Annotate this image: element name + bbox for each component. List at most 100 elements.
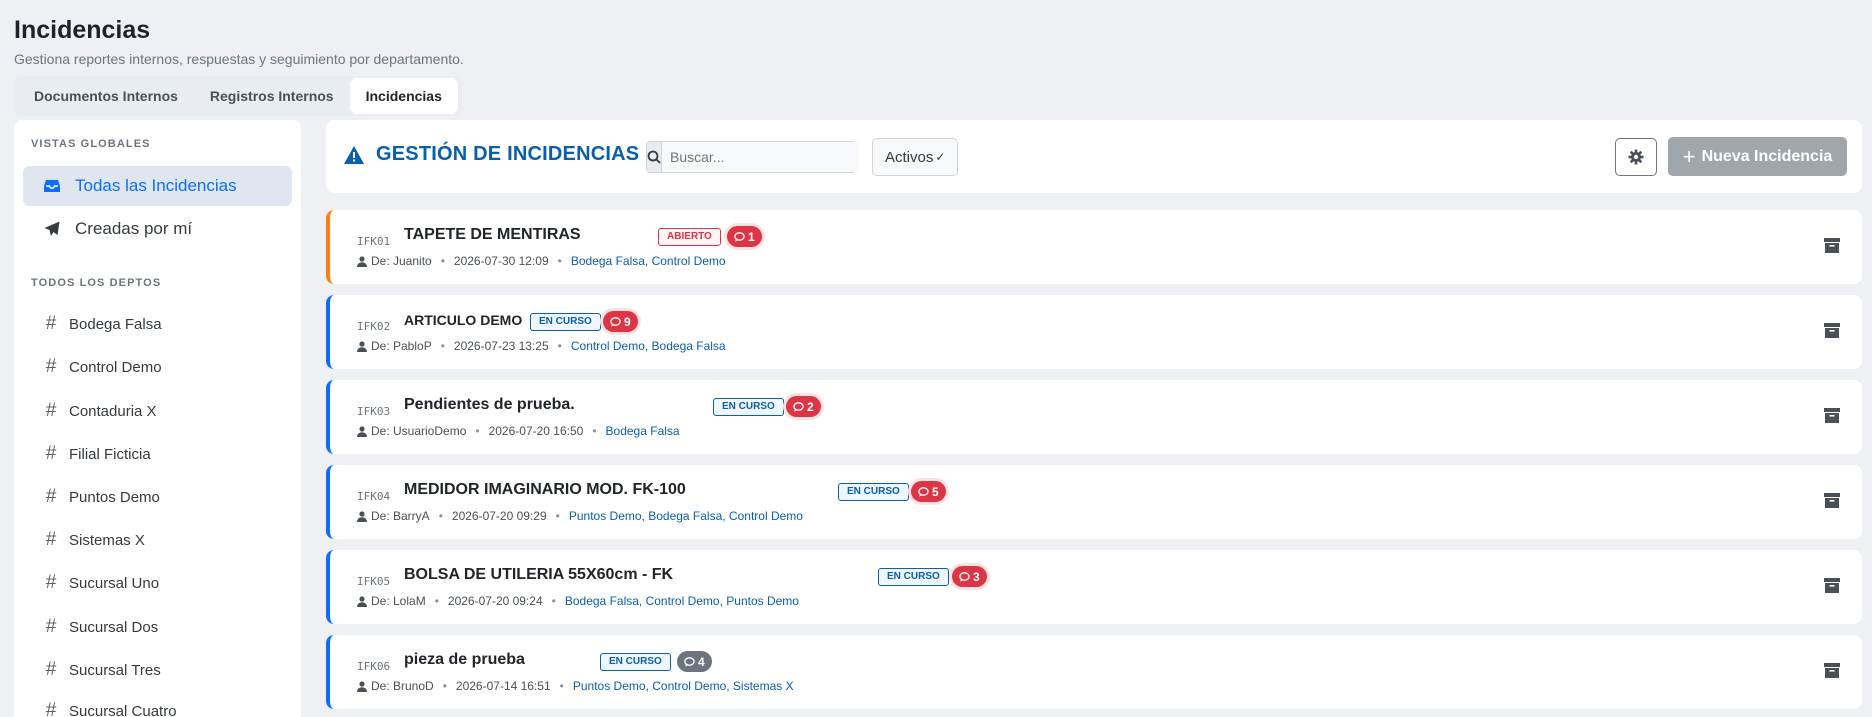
chat-icon: [610, 316, 621, 327]
sidebar-dept-item[interactable]: # Sucursal Cuatro: [23, 693, 292, 717]
incident-date: 2026-07-20 16:50: [488, 424, 584, 438]
gear-icon: [1628, 149, 1644, 165]
message-count-badge: 9: [603, 311, 638, 332]
status-badge: EN CURSO: [713, 398, 784, 416]
sidebar-item-all-incidents[interactable]: Todas las Incidencias: [23, 166, 292, 206]
settings-button[interactable]: [1615, 138, 1657, 176]
incident-title: BOLSA DE UTILERIA 55X60cm - FK: [404, 566, 674, 583]
dept-label: Sucursal Dos: [69, 618, 159, 636]
search-box: [646, 141, 859, 173]
tab-registros-internos[interactable]: Registros Internos: [194, 78, 350, 114]
incident-author: De: PabloP: [371, 339, 432, 353]
sidebar-dept-item[interactable]: # Filial Ficticia: [23, 436, 292, 472]
hash-icon: #: [45, 486, 57, 507]
message-count: 5: [932, 484, 939, 499]
dept-label: Contaduria X: [69, 402, 157, 420]
incident-card[interactable]: IFK05 BOLSA DE UTILERIA 55X60cm - FK EN …: [326, 550, 1862, 624]
dept-label: Sucursal Tres: [69, 661, 161, 679]
dept-label: Sucursal Cuatro: [69, 702, 177, 717]
incident-date: 2026-07-14 16:51: [455, 679, 551, 693]
archive-icon[interactable]: [1824, 323, 1840, 338]
incidents-header: GESTIÓN DE INCIDENCIAS Activos ✓ + Nueva…: [326, 120, 1862, 193]
incident-meta: De: PabloP • 2026-07-23 13:25 • Control De…: [357, 339, 726, 353]
incident-code: IFK06: [357, 660, 391, 673]
chevron-down-icon: ✓: [935, 150, 946, 164]
incident-card[interactable]: IFK01 TAPETE DE MENTIRAS ABIERTO 1 De: J…: [326, 210, 1862, 284]
dept-label: Control Demo: [69, 358, 162, 376]
status-badge: EN CURSO: [878, 568, 949, 586]
archive-icon[interactable]: [1824, 493, 1840, 508]
dept-label: Sistemas X: [69, 531, 145, 549]
new-incident-button[interactable]: + Nueva Incidencia: [1668, 137, 1847, 176]
hash-icon: #: [45, 659, 57, 680]
inbox-icon: [43, 179, 61, 193]
message-count: 3: [973, 569, 980, 584]
incident-departments: Bodega Falsa, Control Demo: [570, 254, 726, 268]
incident-code: IFK03: [357, 405, 391, 418]
incident-date: 2026-07-20 09:24: [447, 594, 543, 608]
search-input[interactable]: [662, 142, 859, 172]
incident-date: 2026-07-20 09:29: [451, 509, 547, 523]
archive-icon[interactable]: [1824, 238, 1840, 253]
incident-card[interactable]: IFK03 Pendientes de prueba. EN CURSO 2 D…: [326, 380, 1862, 454]
incident-card[interactable]: IFK04 MEDIDOR IMAGINARIO MOD. FK-100 EN …: [326, 465, 1862, 539]
sidebar-dept-item[interactable]: # Sistemas X: [23, 522, 292, 558]
message-count: 9: [624, 314, 631, 329]
sidebar-item-created-by-me[interactable]: Creadas por mí: [23, 209, 292, 249]
incident-meta: De: BarryA • 2026-07-20 09:29 • Puntos Dem…: [357, 509, 803, 523]
tab-documentos-internos[interactable]: Documentos Internos: [18, 78, 194, 114]
user-icon: [357, 340, 367, 352]
incident-card[interactable]: IFK02 ARTICULO DEMO EN CURSO 9 De: Pablo…: [326, 295, 1862, 369]
chat-icon: [793, 401, 804, 412]
sidebar-dept-item[interactable]: # Control Demo: [23, 349, 292, 385]
hash-icon: #: [45, 313, 57, 334]
status-filter-value: Activos: [885, 148, 934, 166]
section-title-text: GESTIÓN DE INCIDENCIAS: [376, 143, 640, 165]
sidebar-dept-item[interactable]: # Puntos Demo: [23, 479, 292, 515]
archive-icon[interactable]: [1824, 408, 1840, 423]
status-filter-select[interactable]: Activos ✓: [872, 138, 958, 176]
message-count-badge: 3: [952, 566, 987, 587]
message-count: 2: [807, 399, 814, 414]
sidebar: VISTAS GLOBALES Todas las Incidencias Cr…: [14, 120, 301, 717]
incident-date: 2026-07-23 13:25: [453, 339, 549, 353]
status-badge: EN CURSO: [600, 653, 671, 671]
incident-card[interactable]: IFK06 pieza de prueba EN CURSO 4 De: Bru…: [326, 635, 1862, 709]
warning-icon: [344, 145, 364, 164]
incident-code: IFK05: [357, 575, 391, 588]
message-count-badge: 5: [911, 481, 946, 502]
incident-author: De: Juanito: [371, 254, 432, 268]
message-count-badge: 2: [786, 396, 821, 417]
status-badge: EN CURSO: [838, 483, 909, 501]
archive-icon[interactable]: [1824, 663, 1840, 678]
incident-title: MEDIDOR IMAGINARIO MOD. FK-100: [404, 481, 686, 498]
status-badge: EN CURSO: [530, 313, 601, 331]
hash-icon: #: [45, 443, 57, 464]
departments-heading: TODOS LOS DEPTOS: [31, 277, 162, 289]
incident-departments: Bodega Falsa, Control Demo, Puntos Demo: [564, 594, 799, 608]
page-subtitle: Gestiona reportes internos, respuestas y…: [14, 51, 464, 67]
sidebar-dept-item[interactable]: # Sucursal Dos: [23, 609, 292, 645]
sidebar-item-label: Todas las Incidencias: [75, 176, 237, 195]
chat-icon: [959, 571, 970, 582]
plus-icon: +: [1682, 143, 1696, 169]
incident-title: pieza de prueba: [404, 651, 525, 668]
user-icon: [357, 510, 367, 522]
message-count: 4: [698, 654, 705, 669]
dept-label: Sucursal Uno: [69, 574, 160, 592]
user-icon: [357, 680, 367, 692]
sidebar-dept-item[interactable]: # Contaduria X: [23, 393, 292, 429]
message-count: 1: [748, 229, 755, 244]
sidebar-dept-item[interactable]: # Bodega Falsa: [23, 306, 292, 342]
archive-icon[interactable]: [1824, 578, 1840, 593]
sidebar-dept-item[interactable]: # Sucursal Tres: [23, 652, 292, 688]
incident-author: De: BrunoD: [371, 679, 434, 693]
sidebar-dept-item[interactable]: # Sucursal Uno: [23, 565, 292, 601]
send-icon: [43, 221, 61, 237]
incident-code: IFK04: [357, 490, 391, 503]
new-incident-label: Nueva Incidencia: [1701, 147, 1833, 165]
section-title: GESTIÓN DE INCIDENCIAS: [344, 143, 639, 166]
status-badge: ABIERTO: [658, 228, 721, 246]
tab-incidencias[interactable]: Incidencias: [349, 78, 458, 114]
user-icon: [357, 595, 367, 607]
